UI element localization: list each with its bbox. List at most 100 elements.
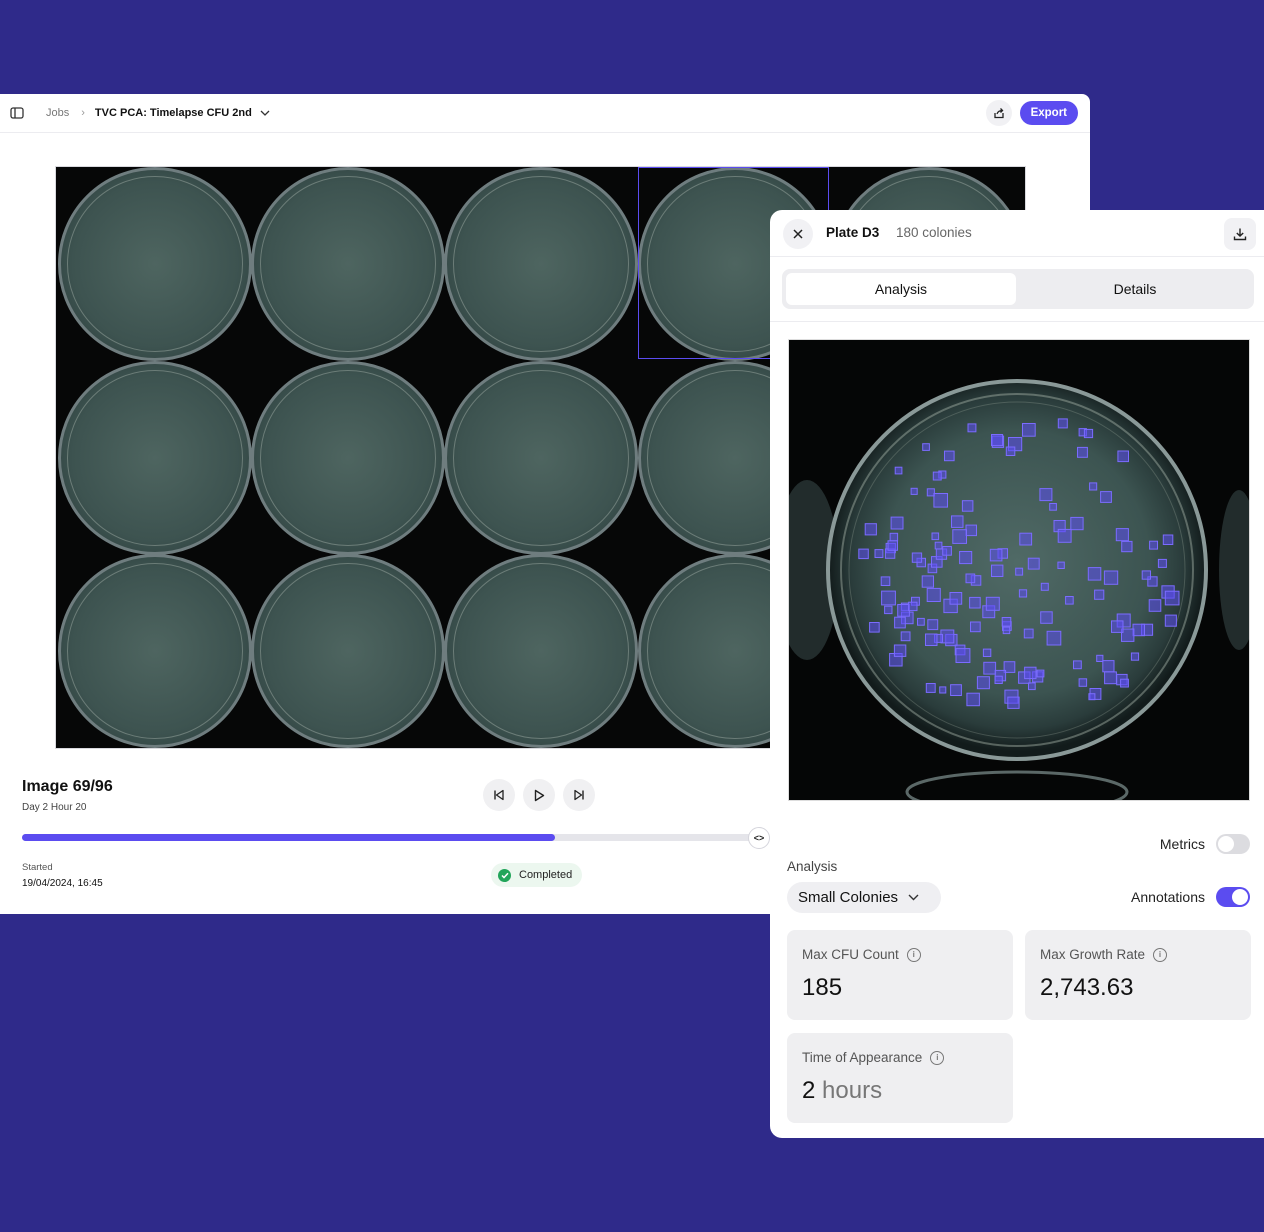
colony-box — [952, 529, 968, 544]
started-value: 19/04/2024, 16:45 — [22, 878, 103, 889]
metric-value: 2 — [802, 1077, 816, 1104]
export-button[interactable]: Export — [1019, 101, 1078, 125]
colony-box — [1089, 482, 1098, 491]
colony-box — [925, 683, 936, 693]
skip-forward-icon[interactable] — [563, 779, 595, 811]
colony-box — [889, 532, 899, 542]
timeline-slider-handle[interactable]: <> — [748, 827, 770, 849]
close-icon[interactable] — [783, 219, 813, 249]
colony-box — [1040, 611, 1053, 624]
annotations-toggle[interactable] — [1216, 887, 1250, 907]
sidebar-toggle-icon[interactable] — [8, 104, 26, 122]
colony-box — [989, 548, 1003, 562]
info-icon[interactable]: i — [906, 947, 921, 962]
colony-box — [858, 548, 869, 560]
colony-box — [1057, 418, 1068, 429]
colony-box — [994, 675, 1003, 685]
colony-box — [1164, 614, 1177, 627]
analysis-select[interactable]: Small Colonies — [787, 882, 941, 913]
colony-box — [869, 622, 880, 633]
colony-box — [942, 546, 952, 556]
plate-b2[interactable] — [251, 361, 445, 555]
colony-box — [900, 631, 911, 642]
plate-b3[interactable] — [444, 361, 638, 555]
colony-box — [874, 549, 884, 559]
colony-box — [939, 686, 947, 694]
colony-box — [1164, 590, 1180, 606]
colony-box — [894, 616, 906, 629]
plate-detail-panel: Plate D3 180 colonies Analysis Details M… — [770, 210, 1264, 1138]
plate-b1[interactable] — [58, 361, 252, 555]
colony-box — [965, 524, 977, 537]
metric-card-max-growth: Max Growth Rate i 2,743.63 — [1025, 930, 1251, 1020]
top-bar: Jobs › TVC PCA: Timelapse CFU 2nd Export — [0, 94, 1090, 133]
play-icon[interactable] — [523, 779, 555, 811]
colony-box — [944, 450, 955, 462]
colony-box — [1046, 630, 1062, 646]
colony-box — [1015, 567, 1024, 576]
skip-back-icon[interactable] — [483, 779, 515, 811]
plate-a3[interactable] — [444, 167, 638, 361]
colony-box — [1100, 491, 1112, 503]
chevron-down-icon[interactable] — [260, 110, 270, 116]
annotations-toggle-row: Annotations — [1131, 887, 1250, 907]
colony-box — [970, 621, 981, 633]
plate-a1[interactable] — [58, 167, 252, 361]
timeline-track[interactable] — [22, 834, 762, 841]
colony-box — [965, 573, 976, 584]
share-icon[interactable] — [985, 100, 1012, 126]
colony-box — [1117, 450, 1129, 463]
colony-box — [927, 619, 939, 631]
colony-box — [949, 592, 963, 605]
colony-count: 180 colonies — [896, 225, 972, 240]
metric-label: Max Growth Rate — [1040, 947, 1146, 962]
colony-box — [1027, 557, 1040, 570]
colony-box — [951, 515, 964, 528]
breadcrumb-jobs[interactable]: Jobs — [46, 107, 69, 119]
status-text: Completed — [519, 869, 573, 881]
playback-controls — [483, 779, 595, 811]
colony-box — [1019, 532, 1033, 546]
analysis-selected-value: Small Colonies — [798, 889, 899, 906]
colony-box — [926, 587, 941, 602]
tab-analysis[interactable]: Analysis — [786, 273, 1016, 305]
colony-box — [897, 604, 910, 617]
breadcrumb-separator-icon: › — [81, 107, 85, 119]
colony-box — [925, 633, 938, 646]
download-icon[interactable] — [1224, 218, 1256, 250]
annotated-plate-image[interactable] — [788, 339, 1250, 801]
colony-box — [1028, 682, 1036, 691]
plate-c1[interactable] — [58, 554, 252, 748]
colony-box — [1001, 617, 1012, 627]
metric-value: 185 — [802, 974, 843, 1001]
colony-box — [1083, 428, 1094, 439]
colony-box — [932, 471, 942, 481]
colony-box — [1018, 589, 1028, 598]
started-label: Started — [22, 862, 53, 873]
tab-details[interactable]: Details — [1018, 273, 1252, 305]
plate-c2[interactable] — [251, 554, 445, 748]
colony-box — [991, 434, 1004, 447]
colony-box — [1087, 567, 1102, 581]
colony-box — [991, 564, 1004, 578]
colony-box — [967, 423, 977, 433]
plate-a2[interactable] — [251, 167, 445, 361]
colony-box — [1148, 599, 1162, 612]
colony-box — [1088, 693, 1096, 701]
metrics-toggle[interactable] — [1216, 834, 1250, 854]
colony-box — [1115, 528, 1129, 542]
info-icon[interactable]: i — [1153, 947, 1168, 962]
colony-box — [1132, 623, 1145, 637]
metric-unit: hours — [822, 1077, 883, 1104]
colony-box — [1070, 516, 1084, 531]
info-icon[interactable]: i — [930, 1050, 945, 1065]
colony-box — [1057, 528, 1072, 543]
colony-box — [887, 540, 898, 551]
plate-c3[interactable] — [444, 554, 638, 748]
plate-name: Plate D3 — [826, 225, 880, 240]
colony-box — [985, 596, 1000, 611]
colony-box — [1104, 671, 1117, 685]
job-title[interactable]: TVC PCA: Timelapse CFU 2nd — [95, 107, 252, 119]
colony-box — [1078, 678, 1088, 687]
divider — [770, 321, 1264, 322]
